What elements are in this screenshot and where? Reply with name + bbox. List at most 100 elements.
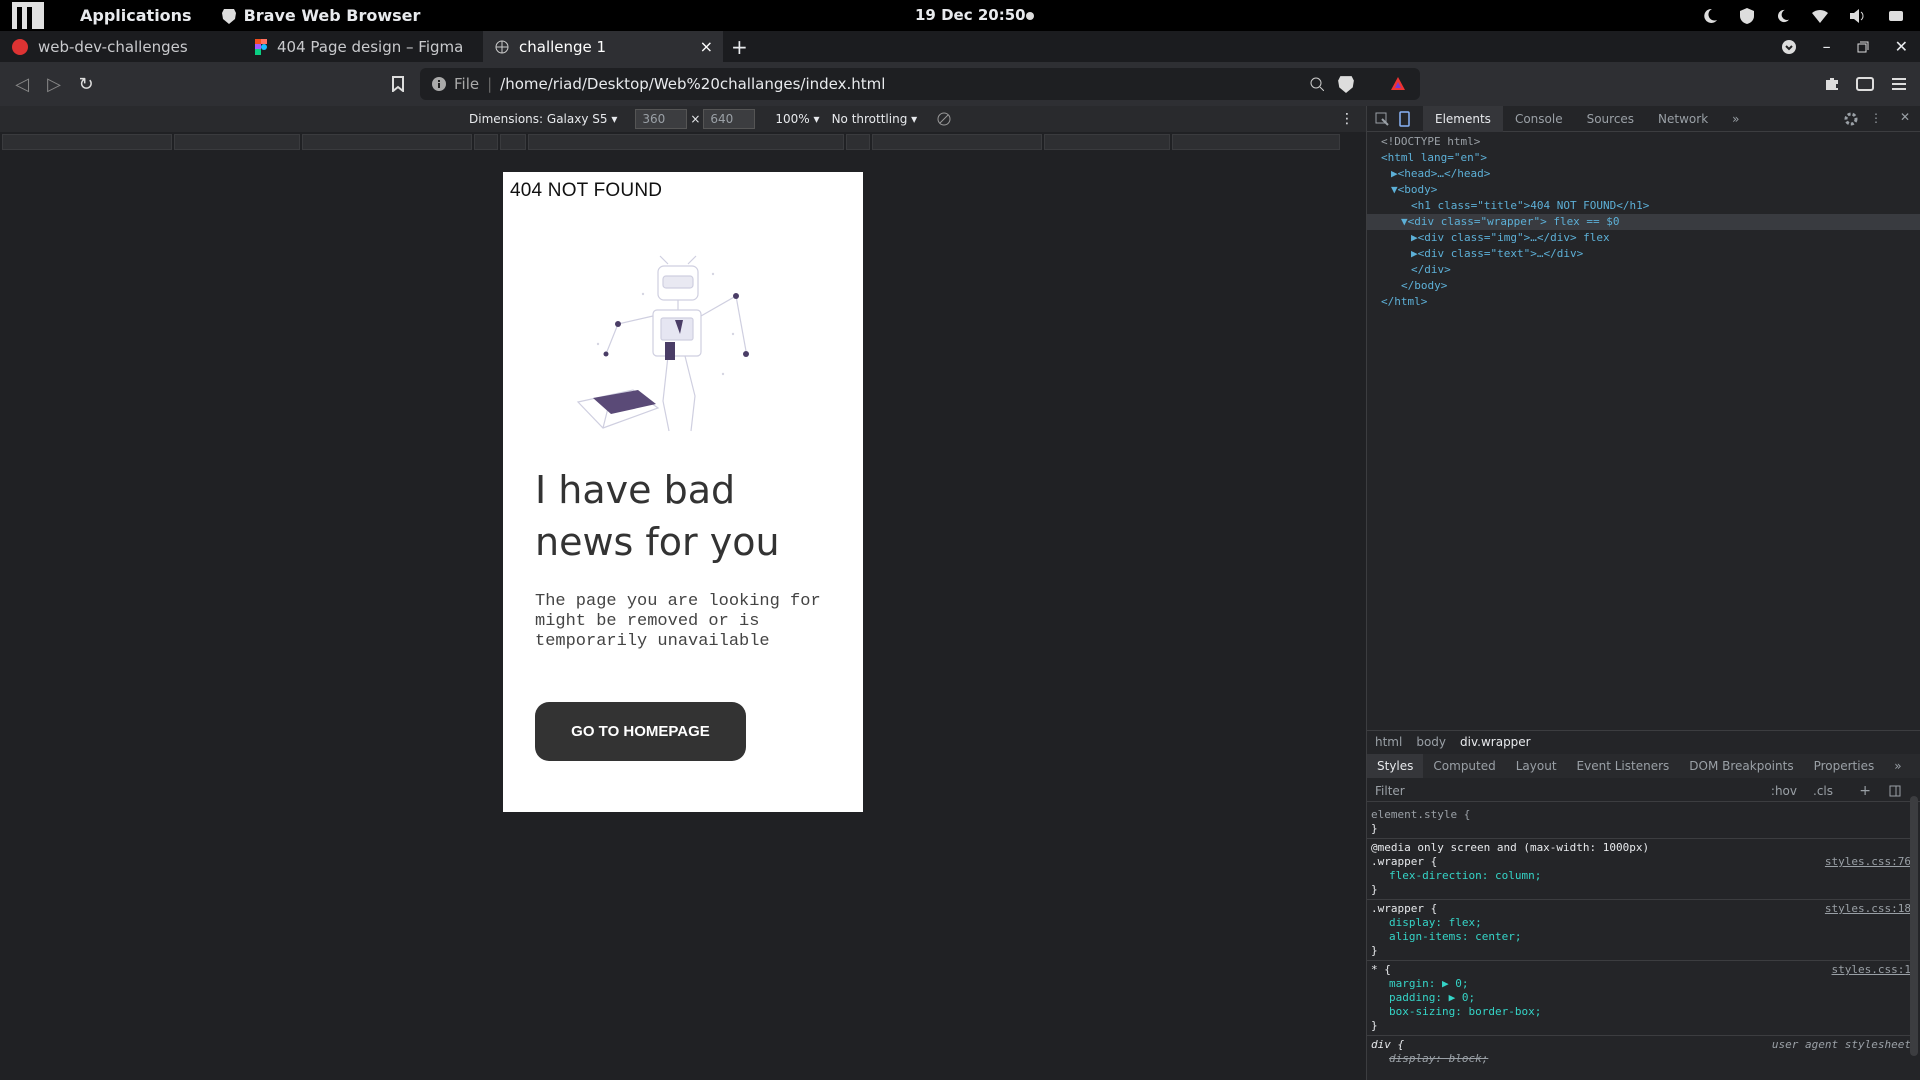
cls-toggle[interactable]: .cls bbox=[1813, 784, 1833, 798]
more-options-icon[interactable]: ⋮ bbox=[1340, 111, 1354, 127]
tab-network[interactable]: Network bbox=[1646, 106, 1720, 132]
extensions-icon[interactable] bbox=[1824, 76, 1840, 92]
applications-menu[interactable]: Applications bbox=[80, 6, 192, 25]
headline: I have bad news for you bbox=[535, 468, 780, 564]
dom-line[interactable]: <html lang="en"> bbox=[1367, 150, 1920, 166]
tab-search-icon[interactable] bbox=[1781, 39, 1797, 55]
close-window-icon[interactable]: ✕ bbox=[1895, 37, 1908, 56]
user-agent-label: user agent stylesheet bbox=[1771, 1038, 1911, 1051]
rule-element-style[interactable]: element.style { } bbox=[1367, 806, 1915, 839]
styles-filter[interactable]: Filter :hov .cls + bbox=[1367, 780, 1920, 802]
tab-console[interactable]: Console bbox=[1503, 106, 1575, 132]
dom-line[interactable]: ▶<div class="text">…</div> bbox=[1367, 246, 1920, 262]
device-toggle-icon[interactable] bbox=[1397, 110, 1411, 127]
rule-source-link[interactable]: styles.css:18 bbox=[1825, 902, 1911, 916]
wifi-icon[interactable] bbox=[1812, 9, 1828, 23]
rule-source-link[interactable]: styles.css:76 bbox=[1825, 855, 1911, 869]
go-to-homepage-button[interactable]: GO TO HOMEPAGE bbox=[535, 702, 746, 761]
dom-line[interactable]: </div> bbox=[1367, 262, 1920, 278]
volume-icon[interactable] bbox=[1850, 8, 1866, 23]
devtools-menu-icon[interactable]: ⋮ bbox=[1870, 111, 1882, 125]
css-property[interactable]: display: flex; bbox=[1371, 916, 1911, 930]
filter-input[interactable]: Filter bbox=[1375, 784, 1405, 798]
url-bar[interactable]: File | /home/riad/Desktop/Web%20challang… bbox=[420, 68, 1420, 100]
night-mode-icon[interactable] bbox=[1702, 8, 1718, 24]
rotate-icon[interactable] bbox=[937, 112, 951, 126]
dom-line[interactable]: ▶<div class="img">…</div> flex bbox=[1367, 230, 1920, 246]
rule-wrapper-media[interactable]: @media only screen and (max-width: 1000p… bbox=[1367, 839, 1915, 900]
tab-styles[interactable]: Styles bbox=[1367, 754, 1424, 778]
url-text[interactable]: /home/riad/Desktop/Web%20challanges/inde… bbox=[500, 75, 885, 93]
brave-rewards-icon[interactable] bbox=[1390, 76, 1406, 92]
info-icon[interactable] bbox=[432, 77, 446, 91]
dom-line[interactable]: </html> bbox=[1367, 294, 1920, 310]
toggle-sidebar-icon[interactable] bbox=[1889, 785, 1901, 797]
breadcrumb-body[interactable]: body bbox=[1416, 735, 1446, 749]
brave-lion-icon bbox=[221, 8, 236, 24]
hov-toggle[interactable]: :hov bbox=[1771, 784, 1797, 798]
settings-gear-icon[interactable] bbox=[1844, 112, 1858, 126]
brave-shields-icon[interactable] bbox=[1338, 75, 1354, 93]
throttling-select[interactable]: No throttling ▾ bbox=[832, 112, 918, 126]
rule-div-ua[interactable]: div { user agent stylesheet display: blo… bbox=[1367, 1036, 1915, 1068]
wallet-icon[interactable] bbox=[1856, 77, 1874, 91]
device-dimensions-select[interactable]: Dimensions: Galaxy S5 ▾ bbox=[469, 112, 617, 126]
tab-web-dev-challenges[interactable]: web-dev-challenges bbox=[0, 31, 243, 62]
manjaro-logo-icon[interactable] bbox=[12, 2, 44, 29]
dom-line[interactable]: <!DOCTYPE html> bbox=[1367, 134, 1920, 150]
active-app-label[interactable]: Brave Web Browser bbox=[221, 6, 420, 25]
tab-label: web-dev-challenges bbox=[38, 37, 188, 56]
rule-wrapper[interactable]: .wrapper { styles.css:18 display: flex; … bbox=[1367, 900, 1915, 961]
zoom-icon[interactable] bbox=[1310, 77, 1324, 91]
new-rule-icon[interactable]: + bbox=[1859, 783, 1871, 799]
css-property[interactable]: padding: ▶ 0; bbox=[1371, 991, 1911, 1005]
bookmark-icon[interactable] bbox=[392, 76, 404, 92]
tab-properties[interactable]: Properties bbox=[1804, 754, 1885, 778]
menu-icon[interactable] bbox=[1892, 78, 1906, 90]
back-icon[interactable]: ◁ bbox=[6, 74, 38, 95]
close-devtools-icon[interactable]: ✕ bbox=[1900, 110, 1910, 124]
new-tab-button[interactable]: + bbox=[731, 31, 748, 62]
tab-close-icon[interactable]: × bbox=[700, 37, 713, 56]
styles-scrollbar[interactable] bbox=[1910, 796, 1918, 1056]
dom-line-selected[interactable]: ▼<div class="wrapper"> flex == $0 bbox=[1367, 214, 1920, 230]
clock[interactable]: 19 Dec 20:50 bbox=[915, 6, 1026, 24]
description-text: The page you are looking for might be re… bbox=[535, 592, 821, 651]
media-query-ruler[interactable] bbox=[0, 134, 1366, 150]
tab-layout[interactable]: Layout bbox=[1506, 754, 1567, 778]
shield-icon[interactable] bbox=[1740, 7, 1754, 24]
css-property[interactable]: align-items: center; bbox=[1371, 930, 1911, 944]
dom-line[interactable]: ▼<body> bbox=[1367, 182, 1920, 198]
tab-dom-breakpoints[interactable]: DOM Breakpoints bbox=[1679, 754, 1803, 778]
breadcrumb-wrapper[interactable]: div.wrapper bbox=[1460, 735, 1531, 749]
devtools-tabs: Elements Console Sources Network » ⋮ ✕ bbox=[1367, 105, 1920, 132]
battery-icon[interactable] bbox=[1888, 9, 1904, 23]
css-property[interactable]: margin: ▶ 0; bbox=[1371, 977, 1911, 991]
breadcrumb-html[interactable]: html bbox=[1375, 735, 1402, 749]
tab-challenge-1[interactable]: challenge 1 × bbox=[483, 31, 723, 62]
height-input[interactable]: 640 bbox=[703, 109, 756, 129]
rule-universal[interactable]: * { styles.css:1 margin: ▶ 0; padding: ▶… bbox=[1367, 961, 1915, 1036]
tab-computed[interactable]: Computed bbox=[1423, 754, 1505, 778]
css-property[interactable]: box-sizing: border-box; bbox=[1371, 1005, 1911, 1019]
dom-line[interactable]: ▶<head>…</head> bbox=[1367, 166, 1920, 182]
zoom-select[interactable]: 100% ▾ bbox=[775, 112, 819, 126]
tab-event-listeners[interactable]: Event Listeners bbox=[1567, 754, 1680, 778]
more-style-tabs-icon[interactable]: » bbox=[1884, 754, 1911, 778]
tab-sources[interactable]: Sources bbox=[1575, 106, 1646, 132]
maximize-icon[interactable] bbox=[1857, 41, 1869, 53]
dom-line[interactable]: </body> bbox=[1367, 278, 1920, 294]
reload-icon[interactable]: ↻ bbox=[70, 74, 102, 95]
width-input[interactable]: 360 bbox=[635, 109, 688, 129]
tab-figma[interactable]: 404 Page design – Figma bbox=[243, 31, 483, 62]
forward-icon[interactable]: ▷ bbox=[38, 74, 70, 95]
inspect-element-icon[interactable] bbox=[1375, 112, 1389, 126]
moon-icon[interactable] bbox=[1776, 8, 1790, 24]
more-tabs-icon[interactable]: » bbox=[1720, 106, 1751, 132]
url-scheme: File bbox=[454, 75, 480, 93]
rule-source-link[interactable]: styles.css:1 bbox=[1832, 963, 1911, 977]
dom-line[interactable]: <h1 class="title">404 NOT FOUND</h1> bbox=[1367, 198, 1920, 214]
tab-elements[interactable]: Elements bbox=[1423, 105, 1503, 132]
css-property[interactable]: flex-direction: column; bbox=[1371, 869, 1911, 883]
minimize-icon[interactable]: – bbox=[1823, 37, 1831, 56]
